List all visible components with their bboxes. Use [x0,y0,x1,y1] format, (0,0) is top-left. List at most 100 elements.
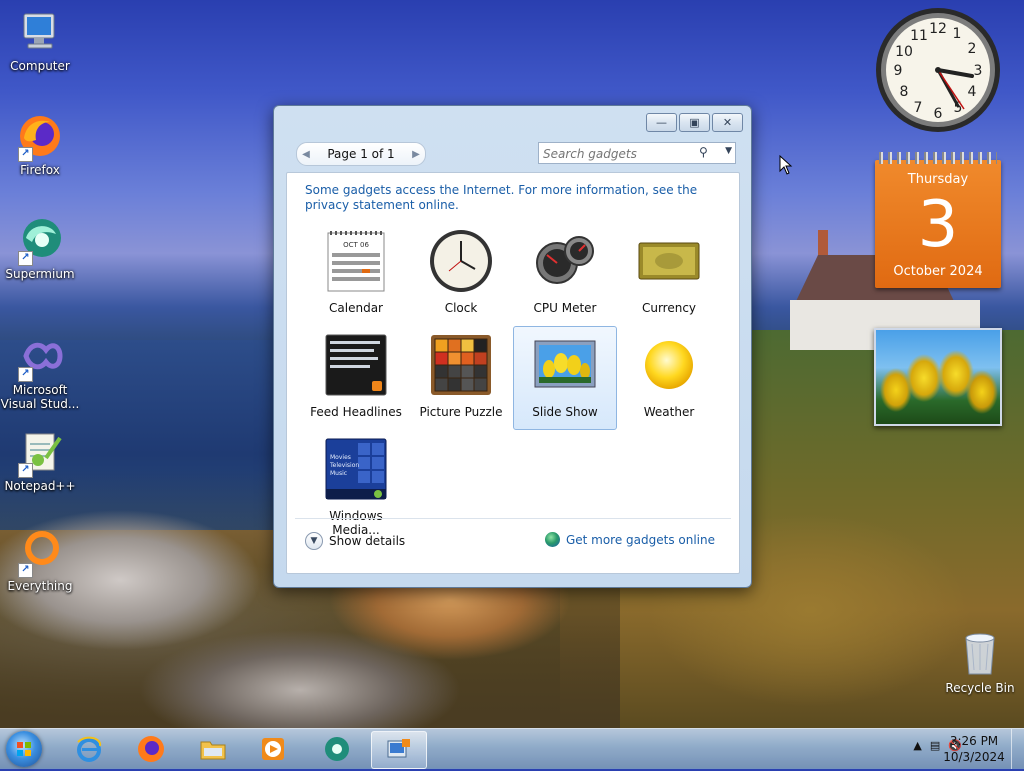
restore-button[interactable]: ▣ [679,113,710,132]
window-caption-buttons: — ▣ ✕ [646,113,743,132]
shortcut-arrow-icon: ↗ [18,463,33,478]
clock-num-6: 6 [934,106,943,122]
privacy-notice-link[interactable]: Some gadgets access the Internet. For mo… [305,183,725,213]
taskbar-media-player[interactable] [246,731,300,767]
firefox-icon [138,736,164,762]
clock-gadget[interactable]: 12 1 2 3 4 5 6 7 8 9 10 11 [874,6,1002,134]
desktop-icon-everything[interactable]: ↗ Everything [0,528,80,593]
clock-num-10: 10 [895,44,913,60]
taskbar: ▲ ▤ 🔇 3:26 PM 10/3/2024 [0,728,1024,769]
gadget-label: Currency [641,301,697,315]
clock-num-12: 12 [929,21,947,37]
computer-icon [16,8,64,56]
gadget-gallery-window: — ▣ ✕ ◀ Page 1 of 1 ▶ ⚲ ▼ Some gadgets a… [273,105,752,588]
calendar-month: October 2024 [893,264,983,279]
page-navigator: ◀ Page 1 of 1 ▶ [296,142,426,166]
svg-text:Music: Music [330,470,347,477]
gadget-label: Clock [444,301,478,315]
taskbar-firefox[interactable] [124,731,178,767]
close-button[interactable]: ✕ [712,113,743,132]
next-page-icon[interactable]: ▶ [407,149,425,160]
search-dropdown-icon[interactable]: ▼ [725,146,732,156]
gadget-item-currency[interactable]: Currency [618,223,720,325]
gadget-item-feed-headlines[interactable]: Feed Headlines [305,327,407,429]
clock-num-8: 8 [900,84,909,100]
gadget-item-slide-show[interactable]: Slide Show [513,326,617,430]
currency-gadget-thumb [635,227,703,295]
footer-divider [295,518,731,519]
clock-num-3: 3 [974,63,983,79]
slideshow-gadget[interactable] [874,328,1002,426]
visual-studio-icon: ↗ [16,332,64,382]
recycle-bin-icon [965,633,995,675]
gadget-item-cpu-meter[interactable]: CPU Meter [514,223,616,325]
calendar-weekday: Thursday [907,172,969,187]
svg-text:Movies: Movies [330,454,351,461]
gadget-label: Picture Puzzle [419,405,503,419]
network-icon[interactable]: ▤ [930,739,940,752]
firefox-icon: ↗ [16,112,64,162]
shortcut-arrow-icon: ↗ [18,367,33,382]
start-button[interactable] [6,731,42,767]
gadget-label: Slide Show [532,405,598,419]
page-label: Page 1 of 1 [327,147,395,161]
folder-icon [200,741,226,760]
minimize-icon: — [656,116,667,129]
calendar-rings [879,152,997,164]
supermium-icon: ↗ [16,216,64,266]
taskbar-file-explorer[interactable] [186,731,240,767]
desktop-icon-supermium[interactable]: ↗ Supermium [0,216,80,281]
gadget-label: CPU Meter [533,301,597,315]
search-input[interactable] [539,145,697,163]
windows-logo-icon [17,742,31,756]
minimize-button[interactable]: — [646,113,677,132]
restore-icon: ▣ [689,116,700,129]
gallery-toolbar: ◀ Page 1 of 1 ▶ ⚲ ▼ [286,136,738,170]
notepadpp-icon: ↗ [16,428,64,478]
recycle-bin-label: Recycle Bin [945,681,1015,695]
gadget-item-clock[interactable]: Clock [410,223,512,325]
gadget-item-weather[interactable]: Weather [618,327,720,429]
desktop-icon-recycle-bin[interactable]: Recycle Bin [940,630,1020,695]
taskbar-supermium[interactable] [310,731,364,767]
show-hidden-icons-icon[interactable]: ▲ [913,739,921,752]
get-more-gadgets-link[interactable]: Get more gadgets online [544,532,715,547]
get-more-gadgets-label: Get more gadgets online [565,532,715,547]
calendar-gadget-thumb: OCT 06 [322,227,390,295]
shortcut-arrow-icon: ↗ [18,251,33,266]
desktop-icon-notepadpp[interactable]: ↗ Notepad++ [0,428,80,493]
calendar-gadget[interactable]: Thursday 3 October 2024 [875,152,1001,288]
gadget-label: Calendar [329,301,383,315]
taskbar-gadgets[interactable] [371,731,427,769]
gadget-list-area: Some gadgets access the Internet. For mo… [286,172,740,574]
shortcut-arrow-icon: ↗ [18,563,33,578]
clock-gadget-thumb [427,227,495,295]
mouse-cursor-icon [779,155,793,175]
gadgets-icon [387,739,410,758]
gadget-item-picture-puzzle[interactable]: Picture Puzzle [410,327,512,429]
desktop-icon-visual-studio[interactable]: ↗ Microsoft Visual Stud... [0,332,80,411]
gadget-label: Weather [643,405,695,419]
search-box: ⚲ ▼ [538,142,736,164]
taskbar-internet-explorer[interactable] [62,731,116,767]
calendar-day-number: 3 [917,188,959,262]
clock-num-2: 2 [968,41,977,57]
desktop-icon-firefox[interactable]: ↗ Firefox [0,112,80,177]
previous-page-icon[interactable]: ◀ [297,149,315,160]
shortcut-arrow-icon: ↗ [18,147,33,162]
clock-num-4: 4 [968,84,977,100]
slide-show-gadget-thumb [531,331,599,399]
calendar-body: Thursday 3 October 2024 [875,160,1001,288]
show-details-toggle[interactable]: ▼ Show details [305,532,405,550]
desktop-icon-computer[interactable]: Computer [0,8,80,73]
picture-puzzle-gadget-thumb [427,331,495,399]
show-desktop-button[interactable] [1011,729,1024,769]
svg-text:Television: Television [329,462,359,469]
gadget-item-calendar[interactable]: OCT 06 Calendar [305,223,407,325]
internet-explorer-icon [77,736,102,762]
search-icon[interactable]: ⚲ [699,145,713,159]
clock-num-7: 7 [914,100,923,116]
taskbar-clock[interactable]: 3:26 PM 10/3/2024 [940,733,1008,765]
gadget-label: Feed Headlines [310,405,402,419]
weather-gadget-thumb [635,331,703,399]
